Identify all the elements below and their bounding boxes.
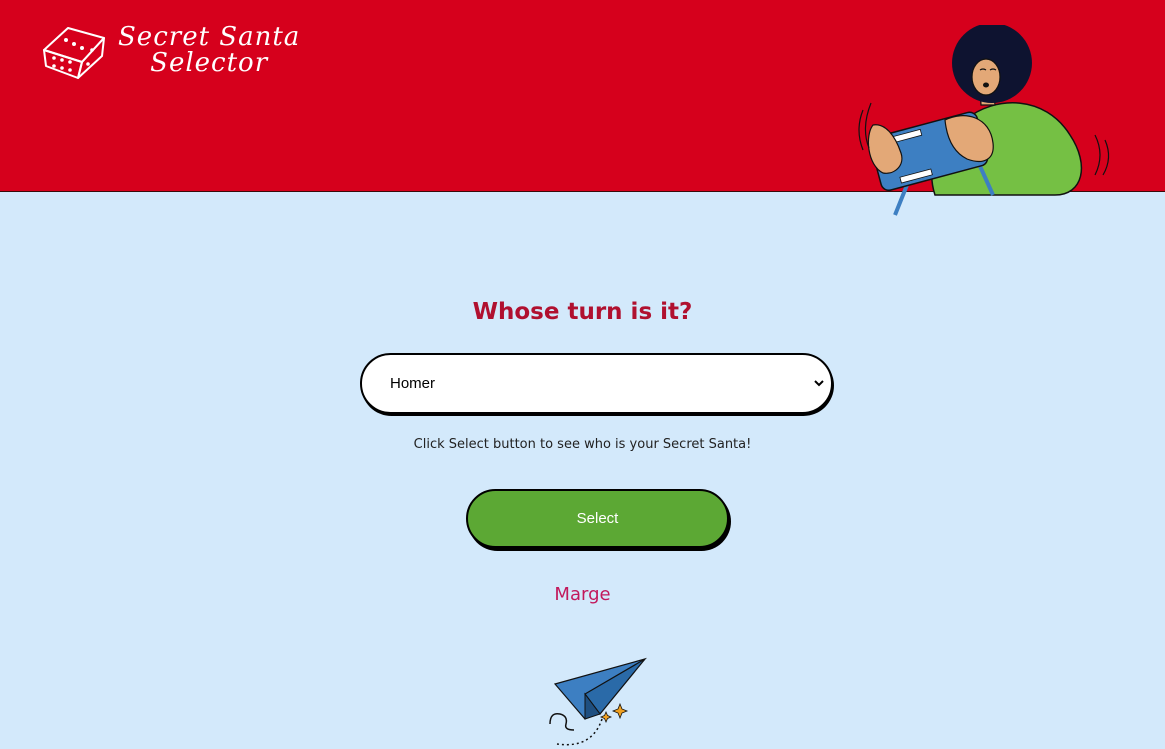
result-name: Marge <box>554 584 611 605</box>
person-gaming-illustration <box>858 25 1110 216</box>
page-title: Whose turn is it? <box>472 299 693 325</box>
logo: Secret Santa Selector <box>42 24 300 80</box>
app-title-line2: Selector <box>150 48 269 78</box>
page: Secret Santa Selector Whose turn is it? … <box>0 0 1165 749</box>
dice-icon <box>43 27 105 79</box>
main-content: Whose turn is it? Homer Click Select but… <box>0 192 1165 749</box>
paper-plane-illustration <box>549 657 648 746</box>
select-button[interactable]: Select <box>466 489 729 548</box>
app-title-line1: Secret Santa <box>118 22 301 52</box>
header: Secret Santa Selector <box>0 0 1165 216</box>
person-select[interactable]: Homer <box>360 353 833 414</box>
chevron-down-icon <box>814 380 824 387</box>
app-title: Secret Santa Selector <box>118 24 300 76</box>
instruction-text: Click Select button to see who is your S… <box>413 437 752 452</box>
person-select-value: Homer <box>390 375 436 392</box>
